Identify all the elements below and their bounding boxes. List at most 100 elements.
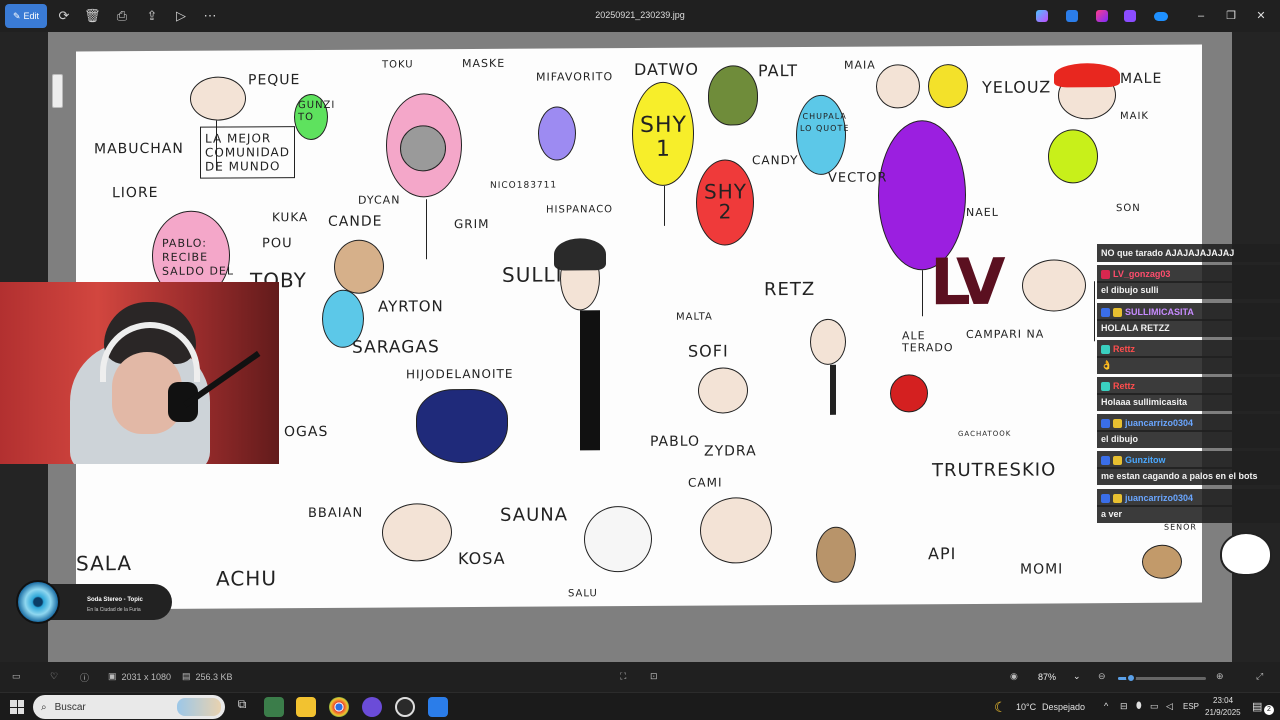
label-shy1: SHY 1: [640, 112, 687, 162]
close-icon[interactable]: ✕: [1254, 9, 1268, 23]
label-maske: MASKE: [462, 56, 506, 71]
clock-time[interactable]: 23:04: [1213, 696, 1233, 705]
zoom-preset-icon[interactable]: ◉: [1010, 671, 1018, 682]
search-input[interactable]: ⌕ Buscar: [33, 695, 225, 719]
weather-desc[interactable]: Despejado: [1042, 702, 1085, 712]
photos-taskbar-icon[interactable]: [428, 697, 448, 717]
label-mifavorito: MIFAVORITO: [536, 70, 614, 84]
song-subtitle: En la Ciudad de la Furia: [87, 607, 141, 613]
minimize-icon[interactable]: –: [1194, 9, 1208, 23]
favorite-icon[interactable]: ♡: [50, 671, 58, 682]
chat-message: el dibujo sulli: [1097, 281, 1280, 299]
windows-start-icon[interactable]: [10, 700, 24, 714]
file-explorer-icon[interactable]: [296, 697, 316, 717]
dimensions-icon: ▣: [108, 671, 117, 681]
fullscreen-icon[interactable]: ⤢: [1256, 671, 1263, 682]
drawn-potato: [816, 526, 856, 583]
label-sauna: SAUNA: [500, 504, 569, 526]
label-zydra: ZYDRA: [704, 443, 757, 460]
bear-mascot-icon: [1220, 532, 1272, 576]
label-kuka: KUKA: [272, 210, 309, 225]
label-son: SON: [1116, 202, 1141, 215]
photos-app-window: ✎ Edit ⟳ 🗑 ⎙ ⇪ ▷ ⋯ 20250921_230239.jpg –…: [0, 0, 1280, 692]
volume-icon[interactable]: ◁: [1166, 701, 1173, 712]
label-datwo: DATWO: [634, 59, 699, 80]
label-pablo-balloon: PABLO: RECIBE SALDO DEL: [162, 236, 235, 278]
info-icon[interactable]: ⓘ: [80, 671, 89, 684]
badge-icon: [1113, 307, 1122, 317]
drawn-dog: [1142, 544, 1182, 579]
badge-icon: [1101, 269, 1110, 279]
task-view-icon[interactable]: ⧉: [232, 697, 252, 717]
calculator-icon[interactable]: [264, 697, 284, 717]
label-campari: CAMPARI NA: [966, 327, 1045, 342]
badge-icon: [1113, 418, 1122, 428]
drawn-hair-red: [1054, 63, 1120, 88]
webcam-overlay: [0, 282, 279, 464]
onedrive-icon[interactable]: [1154, 12, 1168, 21]
label-gunzito: GUNZI TO: [298, 99, 336, 124]
weather-temp[interactable]: 10°C: [1016, 702, 1036, 712]
badge-icon: [1101, 493, 1110, 503]
balloon-lime: [1048, 129, 1098, 184]
now-playing-widget: Soda Stereo - Topic En la Ciudad de la F…: [16, 580, 172, 624]
zoom-dropdown[interactable]: 87% ⌄: [1038, 671, 1081, 682]
label-nico: NICO183711: [490, 180, 558, 191]
label-male: MALE: [1120, 70, 1163, 88]
label-pou: POU: [262, 236, 293, 252]
chevron-up-icon[interactable]: ^: [1104, 701, 1108, 711]
status-bar: ▭ ♡ ⓘ ▣ 2031 x 1080 ▤ 256.3 KB ⛶ ⊡ ◉ 87% ⌄ …: [0, 662, 1280, 692]
network-icon[interactable]: ⊟: [1120, 701, 1128, 712]
label-hijodelanoite: HIJODELANOITE: [406, 366, 514, 382]
label-sofi: SOFI: [688, 341, 729, 361]
avocado-drawing: [708, 65, 758, 126]
notifications-icon[interactable]: ▤: [1252, 700, 1262, 713]
chat-message: Holaaa sullimicasita: [1097, 393, 1280, 411]
label-grim: GRIM: [454, 216, 490, 232]
designer-icon[interactable]: [1124, 10, 1136, 22]
language-indicator[interactable]: ESP: [1183, 702, 1199, 711]
clock-date[interactable]: 21/9/2025: [1205, 708, 1241, 717]
display-icon[interactable]: ▭: [1150, 701, 1159, 712]
chevron-down-icon: ⌄: [1073, 671, 1081, 681]
filmstrip-handle[interactable]: [52, 74, 63, 108]
chat-message: me estan cagando a palos en el bots: [1097, 467, 1280, 485]
photos-icon[interactable]: [1066, 10, 1078, 22]
label-trutreskio: TRUTRESKIO: [932, 459, 1057, 482]
label-achu: ACHU: [216, 566, 277, 591]
obs-icon[interactable]: [395, 697, 415, 717]
label-cami: CAMI: [688, 475, 723, 490]
label-kosa: KOSA: [458, 548, 506, 569]
drawn-face-sofi: [698, 367, 748, 414]
label-bbaian: BBAIAN: [308, 505, 364, 522]
label-cande: CANDE: [328, 213, 383, 230]
clipchamp-icon[interactable]: [1096, 10, 1108, 22]
label-vector: VECTOR: [828, 170, 888, 186]
drawn-face-glasses: [1022, 259, 1086, 312]
fit-screen-icon[interactable]: ⛶: [620, 671, 626, 682]
drawn-face-sauna: [584, 505, 652, 573]
filmstrip-icon[interactable]: ▭: [12, 671, 21, 682]
zoom-out-icon[interactable]: ⊖: [1098, 671, 1106, 682]
label-toku: TOKU: [382, 59, 414, 71]
label-momi: MOMI: [1020, 561, 1064, 578]
zoom-slider[interactable]: [1118, 673, 1206, 683]
mic-tray-icon[interactable]: ⬮: [1136, 700, 1142, 711]
zoom-in-icon[interactable]: ⊕: [1216, 671, 1224, 682]
badge-icon: [1101, 344, 1110, 354]
discord-icon[interactable]: [362, 697, 382, 717]
actual-size-icon[interactable]: ⊡: [650, 671, 658, 682]
chat-message: el dibujo: [1097, 430, 1280, 448]
chat-message: a ver: [1097, 505, 1280, 523]
label-gachatcok: GACHATOOK: [958, 429, 1012, 439]
restore-icon[interactable]: ❐: [1224, 9, 1238, 23]
notification-count-badge: 2: [1264, 705, 1274, 715]
song-title: Soda Stereo - Topic: [87, 597, 143, 603]
drawn-face-cande: [334, 239, 384, 294]
chrome-icon[interactable]: [329, 697, 349, 717]
label-maia: MAIA: [844, 58, 876, 72]
label-chupala: CHUPALA LO QUOTE: [800, 111, 850, 134]
copilot-icon[interactable]: [1036, 10, 1048, 22]
drawn-figure: [216, 120, 217, 171]
image-dimensions: ▣ 2031 x 1080: [108, 671, 172, 682]
